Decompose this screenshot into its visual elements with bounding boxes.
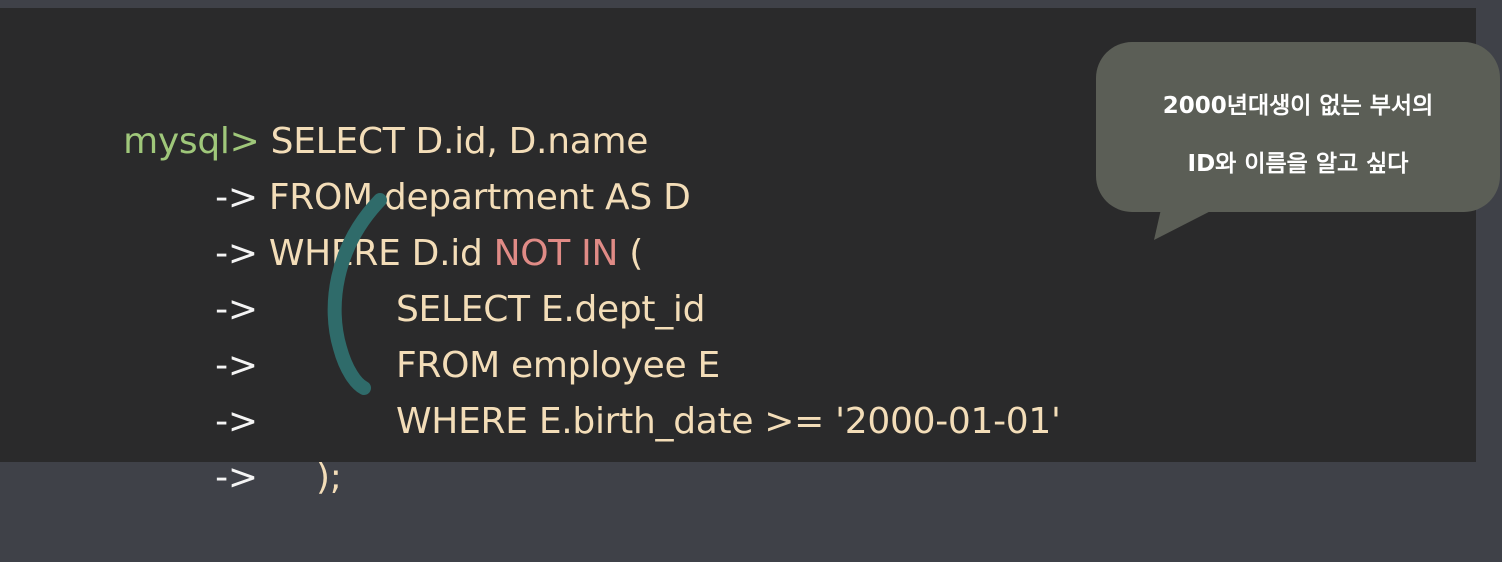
sql-line-7-text: );	[316, 457, 342, 498]
sql-line-4: -> SELECT E.dept_id	[126, 226, 705, 330]
continuation-arrow: ->	[215, 457, 258, 498]
sql-line-6-text: WHERE E.birth_date >= '2000-01-01'	[396, 401, 1061, 442]
not-in-keyword: NOT IN	[493, 233, 619, 274]
sql-line-3-text-b: (	[618, 233, 643, 274]
video-frame: mysql> SELECT D.id, D.name -> FROM depar…	[0, 0, 1502, 498]
sql-line-7: ->);	[126, 394, 342, 498]
speech-bubble-line-1: 2000년대생이 없는 부서의	[1162, 93, 1434, 119]
speech-bubble-line-2: ID와 이름을 알고 싶다	[1187, 151, 1409, 177]
sql-line-5: -> FROM employee E	[126, 282, 720, 386]
annotation-bracket-stroke	[327, 193, 387, 395]
sql-line-6: -> WHERE E.birth_date >= '2000-01-01'	[126, 338, 1061, 442]
sql-line-1: mysql> SELECT D.id, D.name	[34, 58, 648, 162]
sql-line-4-text: SELECT E.dept_id	[396, 289, 706, 330]
speech-bubble: 2000년대생이 없는 부서의 ID와 이름을 알고 싶다	[1096, 42, 1500, 212]
sql-line-5-text: FROM employee E	[396, 345, 720, 386]
sql-line-2: -> FROM department AS D	[126, 114, 691, 218]
